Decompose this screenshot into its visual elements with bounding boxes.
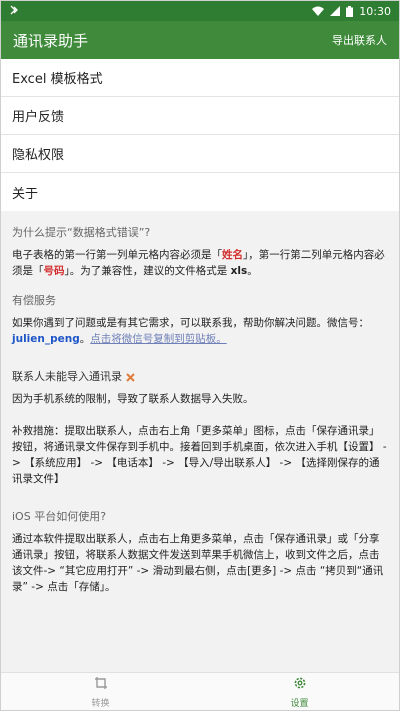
app-title: 通讯录助手 bbox=[13, 31, 89, 50]
menu-item-label: Excel 模板格式 bbox=[12, 72, 103, 87]
highlight-number: 号码 bbox=[43, 265, 65, 277]
menu-item-excel-template[interactable]: Excel 模板格式 bbox=[1, 59, 399, 97]
faq-answer-remedy: 补救措施：提取出联系人，点击右上角「更多菜单」图标，点击「保存通讯录」按钮，将通… bbox=[12, 425, 387, 485]
faq-question: 有偿服务 bbox=[12, 293, 388, 309]
highlight-name: 姓名 bbox=[222, 249, 243, 261]
tab-convert[interactable]: 转换 bbox=[1, 673, 200, 710]
menu-item-label: 关于 bbox=[12, 186, 39, 202]
faq-content: 为什么提示“数据格式错误”? 电子表格的第一行第一列单元格内容必须是「姓名」，第… bbox=[1, 214, 399, 595]
tab-settings[interactable]: 设置 bbox=[200, 673, 399, 710]
question-text: 为什么提示“数据格式错误”? bbox=[12, 226, 151, 239]
notification-icon bbox=[9, 5, 19, 18]
menu-item-feedback[interactable]: 用户反馈 bbox=[1, 97, 399, 135]
faq-question: iOS 平台如何使用? bbox=[12, 509, 388, 525]
battery-icon bbox=[346, 5, 354, 17]
status-bar: 10:30 bbox=[1, 1, 399, 21]
faq-answer: 通过本软件提取出联系人，点击右上角更多菜单，点击「保存通讯录」或「分享通讯录」按… bbox=[12, 533, 384, 593]
crop-icon bbox=[94, 675, 108, 694]
faq-question: 联系人未能导入通讯录 bbox=[12, 369, 388, 385]
status-right: 10:30 bbox=[312, 5, 391, 18]
question-text: 联系人未能导入通讯录 bbox=[12, 370, 122, 383]
faq-answer: 电子表格的第一行第一列单元格内容必须是「姓名」，第一行第二列单元格内容必须是「号… bbox=[12, 247, 388, 279]
question-text: 有偿服务 bbox=[12, 294, 56, 307]
signal-icon bbox=[330, 6, 341, 16]
tab-label: 转换 bbox=[91, 698, 110, 709]
status-time: 10:30 bbox=[359, 4, 391, 18]
tab-label: 设置 bbox=[290, 698, 309, 709]
gear-icon bbox=[293, 675, 307, 694]
wechat-id: julien_peng bbox=[12, 333, 80, 345]
menu-item-privacy[interactable]: 隐私权限 bbox=[1, 135, 399, 173]
menu-item-label: 隐私权限 bbox=[12, 148, 65, 163]
answer-text: 电子表格的第一行第一列单元格内容必须是「 bbox=[12, 249, 222, 261]
app-screen: 10:30 通讯录助手 导出联系人 Excel 模板格式 用户反馈 隐私权限 关… bbox=[0, 0, 400, 711]
settings-menu: Excel 模板格式 用户反馈 隐私权限 关于 bbox=[1, 59, 399, 211]
faq-format-error: 为什么提示“数据格式错误”? 电子表格的第一行第一列单元格内容必须是「姓名」，第… bbox=[12, 225, 388, 279]
bottom-navigation: 转换 设置 bbox=[1, 672, 399, 710]
answer-text: 。 bbox=[247, 265, 258, 277]
answer-text: 」。为了兼容性，建议的文件格式是 bbox=[64, 265, 231, 277]
faq-answer: 因为手机系统的限制，导致了联系人数据导入失败。 bbox=[12, 393, 254, 405]
answer-text: 如果你遇到了问题或是有其它需求，可以联系我，帮助你解决问题。微信号： bbox=[12, 317, 369, 329]
file-extension: xls bbox=[230, 265, 248, 277]
menu-item-about[interactable]: 关于 bbox=[1, 173, 399, 211]
copy-wechat-link[interactable]: 点击将微信号复制到剪贴板。 bbox=[90, 333, 227, 345]
export-contacts-button[interactable]: 导出联系人 bbox=[332, 32, 387, 48]
menu-item-label: 用户反馈 bbox=[12, 110, 65, 125]
wifi-icon bbox=[312, 6, 325, 16]
faq-ios: iOS 平台如何使用? 通过本软件提取出联系人，点击右上角更多菜单，点击「保存通… bbox=[12, 509, 388, 595]
close-icon bbox=[126, 372, 135, 382]
faq-paid-service: 有偿服务 如果你遇到了问题或是有其它需求，可以联系我，帮助你解决问题。微信号： j… bbox=[12, 293, 388, 347]
status-left bbox=[9, 5, 19, 18]
answer-text: 。 bbox=[79, 333, 91, 345]
faq-answer: 如果你遇到了问题或是有其它需求，可以联系我，帮助你解决问题。微信号： julien… bbox=[12, 315, 388, 347]
faq-question: 为什么提示“数据格式错误”? bbox=[12, 225, 388, 241]
faq-import-fail: 联系人未能导入通讯录 因为手机系统的限制，导致了联系人数据导入失败。 补救措施：… bbox=[12, 369, 388, 487]
app-bar: 通讯录助手 导出联系人 bbox=[1, 21, 399, 59]
question-text: iOS 平台如何使用? bbox=[12, 510, 107, 523]
